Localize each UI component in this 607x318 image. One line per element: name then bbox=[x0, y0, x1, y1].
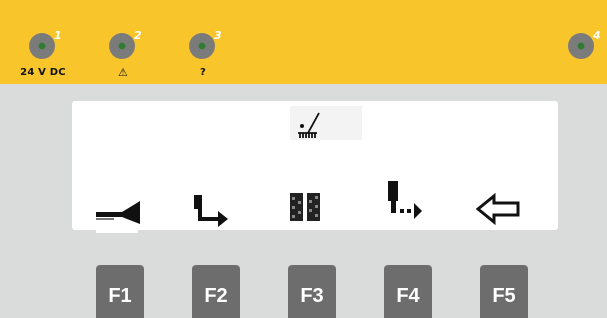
rake-icon bbox=[298, 112, 320, 138]
tread-pattern-icon bbox=[288, 191, 324, 228]
led-indicator-icon: 2 bbox=[109, 30, 142, 59]
led-caption-24v: 24 V DC bbox=[20, 67, 66, 78]
led-indicator-icon: 4 bbox=[568, 30, 601, 59]
status-bar: 1 24 V DC 2 ⚠ 3 ? 4 bbox=[0, 0, 607, 84]
warning-icon: ⚠ bbox=[117, 66, 129, 79]
move-down-right-icon bbox=[386, 179, 426, 228]
feed-nozzle-icon bbox=[96, 197, 142, 232]
display-title bbox=[290, 106, 362, 140]
f4-button[interactable]: F4 bbox=[384, 265, 432, 318]
led-indicator-icon: 1 bbox=[29, 30, 62, 59]
help-icon: ? bbox=[199, 67, 206, 78]
move-down-left-icon bbox=[192, 193, 234, 232]
led-number: 3 bbox=[214, 30, 222, 42]
softkey-selection-marker bbox=[96, 230, 138, 233]
f5-button[interactable]: F5 bbox=[480, 265, 528, 318]
status-led-4: 4 bbox=[567, 30, 601, 74]
f2-button[interactable]: F2 bbox=[192, 265, 240, 318]
back-arrow-icon bbox=[475, 192, 522, 230]
led-number: 2 bbox=[134, 30, 142, 42]
led-number: 1 bbox=[54, 30, 62, 42]
f1-button[interactable]: F1 bbox=[96, 265, 144, 318]
led-number: 4 bbox=[592, 30, 601, 42]
f3-button[interactable]: F3 bbox=[288, 265, 336, 318]
lcd-display bbox=[72, 101, 558, 233]
led-indicator-icon: 3 bbox=[189, 30, 222, 59]
